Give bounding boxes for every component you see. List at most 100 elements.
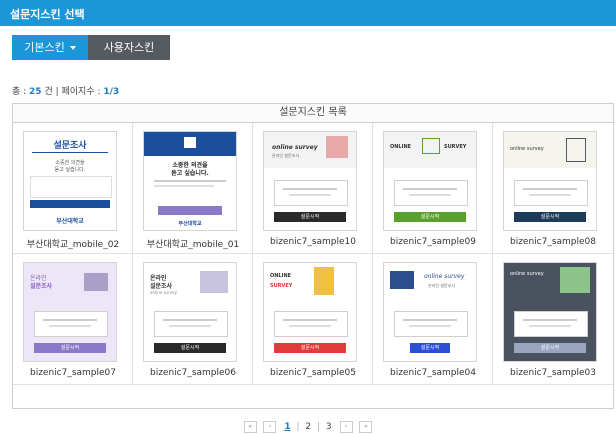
thumb-box [514,311,588,337]
skin-name: 부산대학교_mobile_01 [146,240,240,250]
chat-bubble-icon [422,138,440,154]
pagination: « ‹ 1 | 2 | 3 › » [0,421,616,433]
summary-total: 25 [29,87,42,97]
thumb-text: 소중한 의견을 [55,160,85,166]
skin-name: bizenic7_sample08 [509,237,597,247]
skin-name: bizenic7_sample07 [29,368,117,378]
thumb-text: ONLINE [270,273,292,279]
skin-name: bizenic7_sample03 [509,368,597,378]
skin-thumbnail[interactable]: 온라인 설문조사 설문시작 [23,262,117,362]
thumb-divider [32,152,108,153]
thumb-box [34,311,108,337]
thumb-text: SURVEY [444,144,467,150]
tab-basic-skin-label: 기본스킨 [24,41,65,54]
skin-card[interactable]: 소중한 의견을 듣고 싶습니다. 부산대학교 부산대학교_mobile_01 [133,123,253,254]
skin-card[interactable]: ONLINE SURVEY 설문시작 bizenic7_sample05 [253,254,373,385]
skin-thumbnail[interactable]: 소중한 의견을 듣고 싶습니다. 부산대학교 [143,131,237,231]
thumb-box [274,311,348,337]
summary-pages: 1/3 [103,87,120,97]
skin-card[interactable]: 온라인 설문조사 설문시작 bizenic7_sample07 [13,254,133,385]
skin-thumbnail[interactable]: online survey 온라인 설문조사 설문시작 [263,131,357,231]
thumb-logo: 부산대학교 [178,221,202,227]
thumb-button: 설문시작 [34,343,106,353]
list-summary: 총 : 25 건 | 페이지수 : 1/3 [12,84,119,97]
tab-basic-skin[interactable]: 기본스킨 [12,35,88,60]
thumb-logo: 부산대학교 [56,218,84,225]
thumb-text: online survey [510,146,544,152]
skin-card[interactable]: ONLINE SURVEY 설문시작 bizenic7_sample09 [373,123,493,254]
bar-graph-icon [200,271,228,293]
skin-thumbnail[interactable]: online survey 온라인 설문조사 설문시작 [383,262,477,362]
thumb-box [274,180,348,206]
skin-name: bizenic7_sample04 [389,368,477,378]
prev-page-button[interactable]: ‹ [263,421,277,433]
thumb-line [154,185,214,187]
thumb-text: SURVEY [270,283,293,289]
thumb-button: 설문시작 [514,212,586,222]
character-illustration-icon [314,267,334,295]
skin-card[interactable]: 설문조사 소중한 의견을 듣고 싶습니다. 부산대학교 부산대학교_mobile… [13,123,133,254]
tab-user-skin[interactable]: 사용자스킨 [88,35,170,60]
skin-thumbnail[interactable]: online survey 설문시작 [503,131,597,231]
next-page-button[interactable]: › [339,421,353,433]
skin-card[interactable]: 온라인 설문조사 online survey 설문시작 bizenic7_sam… [133,254,253,385]
skin-card[interactable]: online survey 온라인 설문조사 설문시작 bizenic7_sam… [253,123,373,254]
skin-thumbnail[interactable]: 설문조사 소중한 의견을 듣고 싶습니다. 부산대학교 [23,131,117,231]
thumb-title: 설문조사 [53,141,87,151]
page-link-3[interactable]: 3 [326,422,332,432]
skin-list-panel: 설문지스킨 목록 설문조사 소중한 의견을 듣고 싶습니다. 부산대학교 부산대… [12,103,614,409]
laptop-icon [390,271,414,289]
skin-thumbnail[interactable]: ONLINE SURVEY 설문시작 [263,262,357,362]
chart-illustration-icon [84,273,108,291]
page-separator: | [317,422,321,432]
title-bar: 설문지스킨 선택 [0,0,616,26]
thumb-box [514,180,588,206]
thumb-text: 온라인 설문조사 [428,283,456,288]
skin-thumbnail[interactable]: online survey 설문시작 [503,262,597,362]
thumb-text: 온라인 설문조사 [272,153,300,158]
thumb-text: online survey [272,144,318,151]
thumb-text: online survey [150,290,177,295]
skin-card[interactable]: online survey 설문시작 bizenic7_sample03 [493,254,613,385]
skin-name: bizenic7_sample06 [149,368,237,378]
skin-thumbnail[interactable]: 온라인 설문조사 online survey 설문시작 [143,262,237,362]
thumb-button: 설문시작 [514,343,586,353]
first-page-button[interactable]: « [243,421,257,433]
thumb-text: 듣고 싶습니다. [54,167,86,173]
thumb-button [158,206,222,215]
page-link-2[interactable]: 2 [305,422,311,432]
thumb-button: 설문시작 [154,343,226,353]
last-page-button[interactable]: » [359,421,373,433]
skin-card[interactable]: online survey 설문시작 bizenic7_sample08 [493,123,613,254]
panel-title: 설문지스킨 목록 [13,104,613,123]
thumb-text: 설문조사 [30,283,53,290]
thumb-box [30,176,112,198]
skin-thumbnail[interactable]: ONLINE SURVEY 설문시작 [383,131,477,231]
thumb-box [394,311,468,337]
thumb-button: 설문시작 [394,212,466,222]
thumb-line [154,180,226,182]
thumb-button: 설문시작 [274,343,346,353]
tab-user-skin-label: 사용자스킨 [103,41,155,54]
thumb-text: 듣고 싶습니다. [171,170,209,177]
thumb-button [30,200,110,208]
clipboard-icon [566,138,586,162]
skin-name: bizenic7_sample05 [269,368,357,378]
thumb-text: online survey [510,271,544,277]
skin-card[interactable]: online survey 온라인 설문조사 설문시작 bizenic7_sam… [373,254,493,385]
thumb-text: ONLINE [390,144,412,150]
thumb-box [154,311,228,337]
thumb-button: 설문시작 [410,343,450,353]
globe-illustration-icon [560,267,590,293]
skin-name: bizenic7_sample09 [389,237,477,247]
summary-total-suffix: 건 | 페이지수 : [41,87,104,97]
page-link-1[interactable]: 1 [284,422,290,432]
survey-illustration-icon [326,136,348,158]
thumb-text: online survey [424,273,465,280]
skin-name: 부산대학교_mobile_02 [26,240,120,250]
thumb-button: 설문시작 [274,212,346,222]
caret-down-icon [69,46,76,50]
calendar-icon [184,137,196,148]
skin-name: bizenic7_sample10 [269,237,357,247]
page-separator: | [296,422,300,432]
